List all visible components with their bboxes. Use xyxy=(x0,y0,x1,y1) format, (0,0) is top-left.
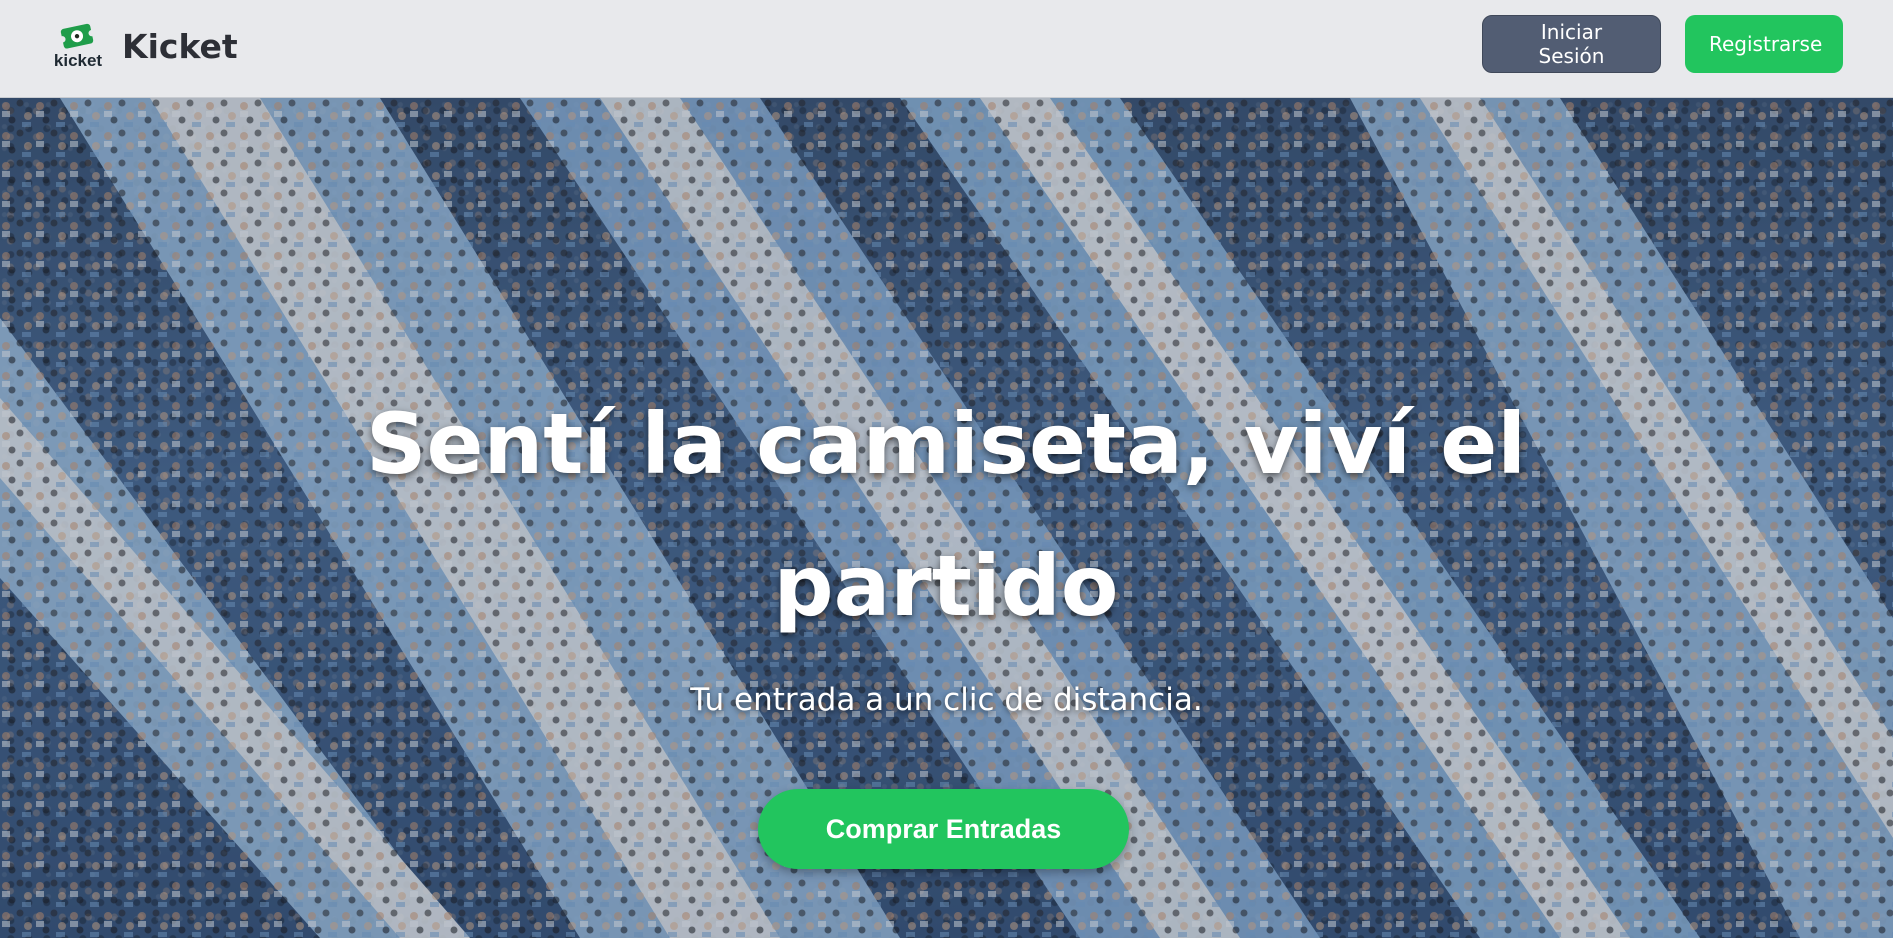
buy-tickets-button[interactable]: Comprar Entradas xyxy=(758,789,1129,869)
brand-name: Kicket xyxy=(122,26,238,66)
navbar: kicket Kicket Iniciar Sesión Registrarse xyxy=(0,0,1893,98)
hero-subtitle: Tu entrada a un clic de distancia. xyxy=(690,682,1203,718)
kicket-logo: kicket xyxy=(50,22,106,70)
logo-wordmark: kicket xyxy=(54,51,103,70)
brand-logo-link[interactable]: kicket Kicket xyxy=(50,22,238,70)
hero-title: Sentí la camiseta, viví el partido xyxy=(365,395,1527,635)
nav-actions: Iniciar Sesión Registrarse xyxy=(1482,15,1843,73)
register-button[interactable]: Registrarse xyxy=(1685,15,1843,73)
hero-section: Sentí la camiseta, viví el partido Tu en… xyxy=(0,98,1893,938)
login-button[interactable]: Iniciar Sesión xyxy=(1482,15,1661,73)
hero-content: Sentí la camiseta, viví el partido Tu en… xyxy=(0,98,1893,938)
